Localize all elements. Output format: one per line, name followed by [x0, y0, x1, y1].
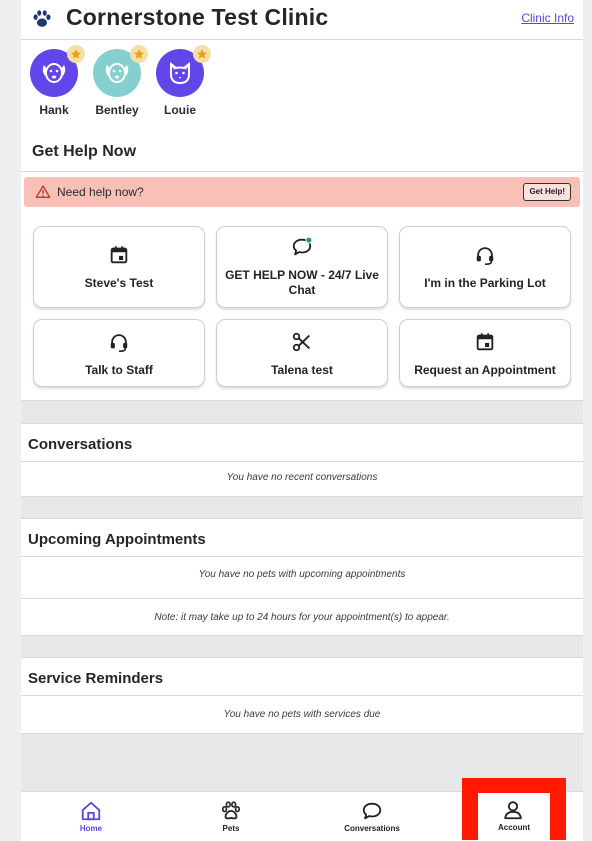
dog-face-icon [105, 63, 129, 83]
conversations-section: Conversations You have no recent convers… [21, 423, 583, 497]
dog-face-icon [42, 63, 66, 83]
nav-conversations[interactable]: Conversations [332, 792, 412, 841]
favorite-star-icon [193, 45, 211, 63]
pet-bentley[interactable]: Bentley [89, 45, 148, 117]
tile-label: Talena test [271, 363, 333, 377]
get-help-title: Get Help Now [32, 143, 137, 160]
cat-face-icon [170, 61, 190, 85]
headset-icon [110, 334, 128, 352]
warning-triangle-icon [35, 185, 51, 198]
alert-text: Need help now? [57, 185, 144, 199]
conversations-empty-text: You have no recent conversations [226, 472, 378, 483]
paw-logo-icon [33, 10, 51, 27]
pet-avatar [156, 45, 211, 97]
nav-pets-label: Pets [222, 824, 240, 833]
nav-home-label: Home [79, 824, 103, 833]
appointments-empty-text: You have no pets with upcoming appointme… [198, 569, 406, 580]
conversations-title: Conversations [28, 436, 133, 453]
pet-name: Bentley [95, 103, 139, 117]
reminders-title: Service Reminders [28, 670, 164, 687]
tile-label: Talk to Staff [85, 363, 153, 377]
nav-account-label: Account [498, 823, 530, 832]
chat-bubble-icon [362, 802, 382, 820]
nav-home[interactable]: Home [51, 792, 131, 841]
divider [21, 695, 583, 696]
reminders-section: Service Reminders You have no pets with … [21, 657, 583, 734]
help-alert-banner: Need help now? Get Help! [24, 177, 580, 207]
calendar-icon [476, 333, 494, 351]
clinic-title: Cornerstone Test Clinic [66, 4, 329, 30]
home-icon [81, 801, 101, 821]
pet-avatar [93, 45, 148, 97]
pet-louie[interactable]: Louie [152, 45, 211, 117]
tile-label: Request an Appointment [414, 363, 556, 377]
tile-live-chat[interactable]: GET HELP NOW - 24/7 Live Chat [216, 226, 388, 308]
tile-request-appointment[interactable]: Request an Appointment [399, 319, 571, 387]
tile-steves-test[interactable]: Steve's Test [33, 226, 205, 308]
appointments-section: Upcoming Appointments You have no pets w… [21, 518, 583, 636]
tile-parking-lot[interactable]: I'm in the Parking Lot [399, 226, 571, 308]
reminders-empty-text: You have no pets with services due [223, 709, 381, 720]
pet-avatar [30, 45, 85, 97]
chat-bubble-icon [292, 236, 313, 256]
tile-talena-test[interactable]: Talena test [216, 319, 388, 387]
get-help-section: Get Help Now Need help now? Get Help! St… [21, 128, 583, 401]
divider [21, 171, 583, 172]
divider [21, 461, 583, 462]
nav-account[interactable]: Account [478, 793, 550, 840]
nav-conversations-label: Conversations [344, 824, 400, 833]
get-help-button[interactable]: Get Help! [523, 183, 571, 201]
pets-row: Hank Bentley Louie [21, 40, 583, 128]
tile-label: I'm in the Parking Lot [424, 276, 546, 290]
scissors-icon [292, 332, 310, 352]
clinic-info-link[interactable]: Clinic Info [521, 11, 574, 25]
favorite-star-icon [67, 45, 85, 63]
appointments-title: Upcoming Appointments [28, 531, 206, 548]
divider [21, 556, 583, 557]
nav-pets[interactable]: Pets [191, 792, 271, 841]
pet-name: Louie [164, 103, 196, 117]
app-header: Cornerstone Test Clinic Clinic Info [21, 0, 583, 40]
tile-talk-to-staff[interactable]: Talk to Staff [33, 319, 205, 387]
calendar-icon [110, 246, 128, 264]
pet-name: Hank [39, 103, 69, 117]
divider [21, 598, 583, 599]
paw-icon [221, 801, 241, 820]
appointments-note-text: Note: it may take up to 24 hours for you… [154, 612, 450, 623]
tile-label: Steve's Test [84, 276, 154, 290]
pet-hank[interactable]: Hank [26, 45, 85, 117]
headset-icon [476, 247, 494, 265]
person-icon [504, 801, 522, 820]
favorite-star-icon [130, 45, 148, 63]
tile-label: GET HELP NOW - 24/7 Live Chat [225, 268, 379, 297]
